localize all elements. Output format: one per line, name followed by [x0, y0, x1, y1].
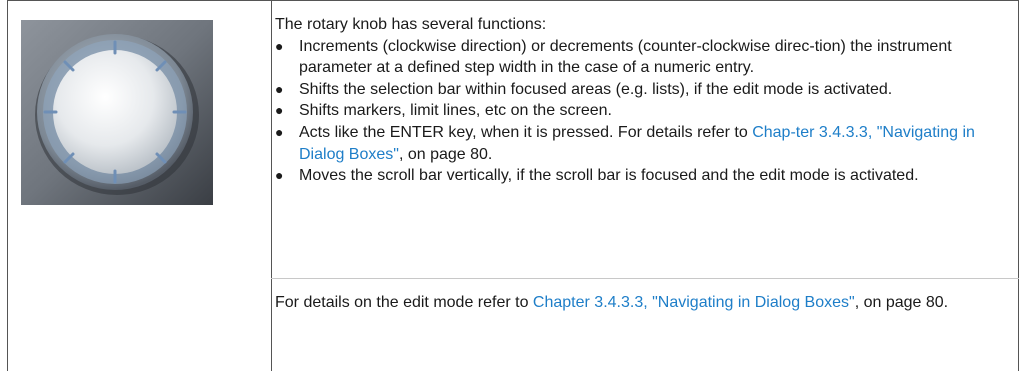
table-right-border: [1018, 0, 1019, 371]
chapter-link-footer[interactable]: Chapter 3.4.3.3, "Navigating in Dialog B…: [533, 294, 855, 311]
function-list: ● Increments (clockwise direction) or dec…: [275, 36, 997, 187]
function-description: The rotary knob has several functions: ●…: [275, 14, 997, 187]
table-column-divider: [271, 0, 272, 371]
table-top-border: [7, 0, 1019, 1]
rotary-knob-icon: [21, 20, 213, 205]
list-item: ● Shifts markers, limit lines, etc on the…: [275, 102, 612, 120]
intro-text: The rotary knob has several functions:: [275, 16, 547, 33]
cell-separator: [271, 278, 1019, 279]
footer-note: For details on the edit mode refer to Ch…: [275, 294, 949, 311]
list-item: ● Moves the scroll bar vertically, if the…: [275, 167, 919, 185]
table-left-border: [7, 0, 8, 371]
list-item: ● Acts like the ENTER key, when it is pre…: [275, 123, 975, 163]
list-item: ● Increments (clockwise direction) or dec…: [275, 37, 952, 77]
list-item: ● Shifts the selection bar within focused…: [275, 80, 893, 98]
